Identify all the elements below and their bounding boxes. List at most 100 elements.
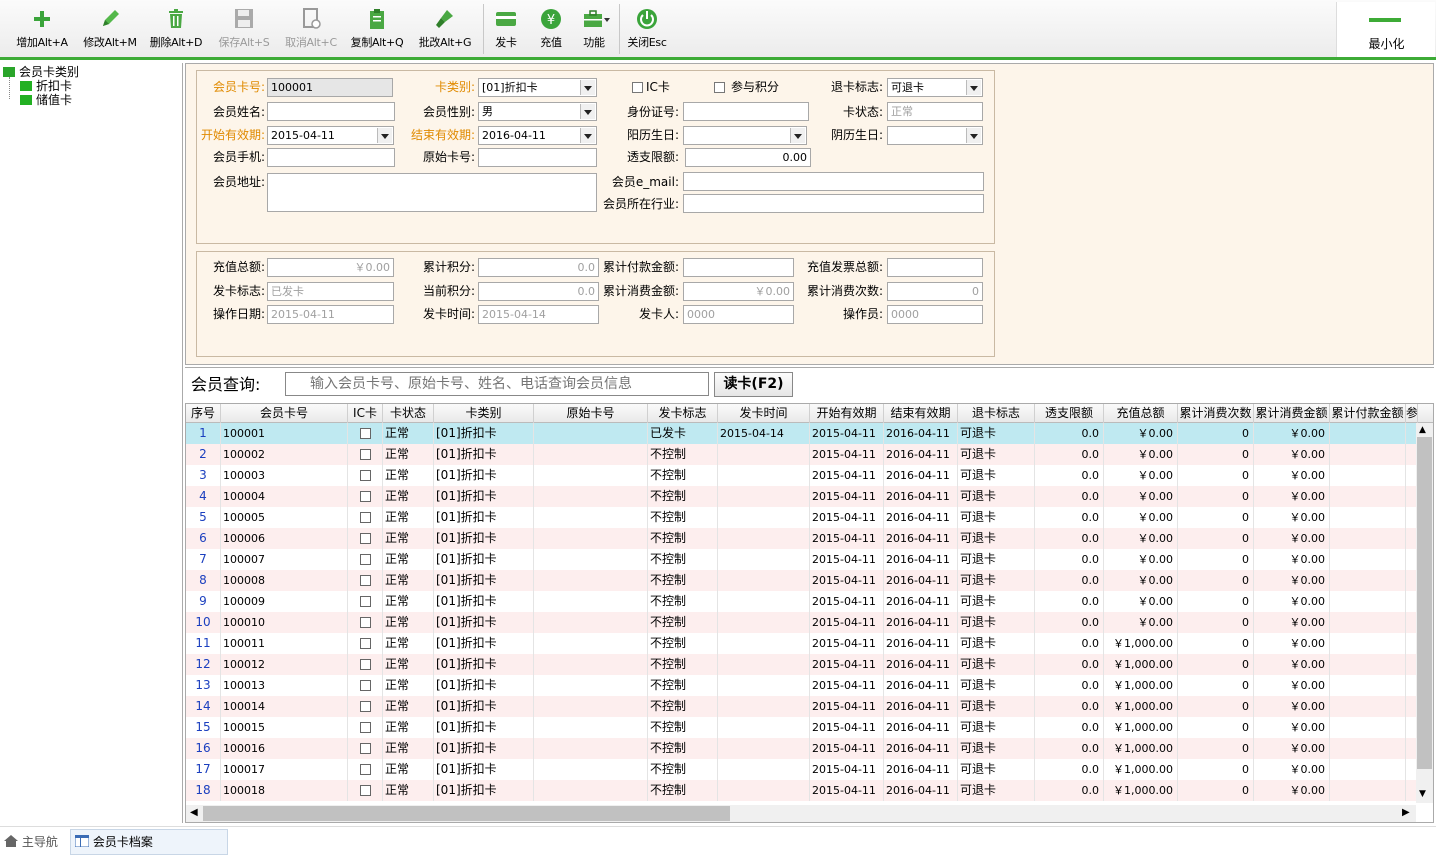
table-row[interactable]: 9 100009 正常 [01]折扣卡 不控制 2015-04-11 2016-04-11 可… xyxy=(186,591,1416,612)
ic-checkbox[interactable] xyxy=(359,680,371,691)
column-header[interactable]: 累计消费金额 xyxy=(1254,404,1330,423)
scroll-up-icon[interactable]: ▲ xyxy=(1419,425,1426,435)
edit-button[interactable]: 修改Alt+M xyxy=(78,4,142,54)
card-no-field[interactable]: 100001 xyxy=(267,78,393,97)
issue-card-button[interactable]: 发卡 xyxy=(488,4,524,54)
table-row[interactable]: 14 100014 正常 [01]折扣卡 不控制 2015-04-11 2016-04-11… xyxy=(186,696,1416,717)
cancel-button[interactable]: 取消Alt+C xyxy=(279,4,343,54)
overdraft-field[interactable]: 0.00 xyxy=(685,148,811,167)
ic-card-checkbox[interactable] xyxy=(632,82,643,93)
ic-checkbox[interactable] xyxy=(359,533,371,544)
column-header[interactable]: 原始卡号 xyxy=(534,404,648,423)
table-row[interactable]: 7 100007 正常 [01]折扣卡 不控制 2015-04-11 2016-04-11 可… xyxy=(186,549,1416,570)
horizontal-scroll-thumb[interactable] xyxy=(203,806,730,821)
ic-checkbox[interactable] xyxy=(359,701,371,712)
column-header[interactable]: 会员卡号 xyxy=(221,404,348,423)
solar-birthday-picker[interactable] xyxy=(683,126,807,145)
lunar-birthday-picker[interactable] xyxy=(887,126,983,145)
tree-item-discount[interactable]: 折扣卡 xyxy=(20,79,72,93)
ic-checkbox[interactable] xyxy=(359,659,371,670)
column-header[interactable]: 透支限额 xyxy=(1035,404,1104,423)
chevron-down-icon[interactable] xyxy=(377,128,392,143)
column-header[interactable]: 结束有效期 xyxy=(884,404,958,423)
ic-checkbox[interactable] xyxy=(359,743,371,754)
batch-edit-button[interactable]: 批改Alt+G xyxy=(413,4,477,54)
start-date-picker[interactable]: 2015-04-11 xyxy=(267,126,394,145)
tree-root[interactable]: 会员卡类别 xyxy=(3,65,79,79)
ic-checkbox[interactable] xyxy=(359,764,371,775)
phone-field[interactable] xyxy=(267,148,395,167)
chevron-down-icon[interactable] xyxy=(580,104,595,119)
table-row[interactable]: 16 100016 正常 [01]折扣卡 不控制 2015-04-11 2016-04-11… xyxy=(186,738,1416,759)
horizontal-scrollbar[interactable]: ◀ ▶ xyxy=(186,805,1416,822)
refund-flag-select[interactable]: 可退卡 xyxy=(887,78,983,97)
chevron-down-icon[interactable] xyxy=(966,128,981,143)
vertical-scroll-thumb[interactable] xyxy=(1417,437,1432,769)
ic-checkbox[interactable] xyxy=(359,512,371,523)
card-type-select[interactable]: [01]折扣卡 xyxy=(478,78,597,97)
ic-checkbox[interactable] xyxy=(359,470,371,481)
column-header[interactable]: 序号 xyxy=(186,404,221,423)
search-input[interactable] xyxy=(285,372,709,396)
minimize-button[interactable]: 最小化 xyxy=(1336,2,1435,57)
column-header[interactable]: 累计消费次数 xyxy=(1178,404,1254,423)
orig-card-field[interactable] xyxy=(478,148,597,167)
column-header[interactable]: 卡类别 xyxy=(434,404,534,423)
add-button[interactable]: 增加Alt+A xyxy=(10,4,74,54)
chevron-down-icon[interactable] xyxy=(790,128,805,143)
close-button[interactable]: 关闭Esc xyxy=(624,4,670,54)
scroll-down-icon[interactable]: ▼ xyxy=(1419,789,1426,799)
column-header[interactable]: 卡状态 xyxy=(383,404,434,423)
chevron-down-icon[interactable] xyxy=(966,80,981,95)
chevron-down-icon[interactable] xyxy=(580,128,595,143)
read-card-button[interactable]: 读卡(F2) xyxy=(714,372,793,397)
tab-member-card-archive[interactable]: 会员卡档案 xyxy=(70,829,228,855)
ic-checkbox[interactable] xyxy=(359,575,371,586)
main-nav-button[interactable]: 主导航 xyxy=(4,834,58,850)
vertical-scrollbar[interactable]: ▲ ▼ xyxy=(1416,423,1433,803)
id-no-field[interactable] xyxy=(683,102,809,121)
member-name-field[interactable] xyxy=(267,102,395,121)
column-header[interactable]: 参 xyxy=(1406,404,1418,423)
points-checkbox[interactable] xyxy=(714,82,725,93)
ic-checkbox[interactable] xyxy=(359,554,371,565)
scroll-right-icon[interactable]: ▶ xyxy=(1402,807,1410,818)
recharge-button[interactable]: ¥ 充值 xyxy=(533,4,569,54)
end-date-picker[interactable]: 2016-04-11 xyxy=(478,126,597,145)
table-row[interactable]: 13 100013 正常 [01]折扣卡 不控制 2015-04-11 2016-04-11… xyxy=(186,675,1416,696)
industry-field[interactable] xyxy=(683,194,984,213)
table-row[interactable]: 4 100004 正常 [01]折扣卡 不控制 2015-04-11 2016-04-11 可… xyxy=(186,486,1416,507)
table-row[interactable]: 6 100006 正常 [01]折扣卡 不控制 2015-04-11 2016-04-11 可… xyxy=(186,528,1416,549)
address-field[interactable] xyxy=(267,173,597,212)
column-header[interactable]: 发卡标志 xyxy=(648,404,718,423)
table-row[interactable]: 17 100017 正常 [01]折扣卡 不控制 2015-04-11 2016-04-11… xyxy=(186,759,1416,780)
chevron-down-icon[interactable] xyxy=(580,80,595,95)
ic-checkbox[interactable] xyxy=(359,785,371,796)
scroll-left-icon[interactable]: ◀ xyxy=(190,807,198,818)
copy-button[interactable]: 复制Alt+Q xyxy=(345,4,409,54)
ic-checkbox[interactable] xyxy=(359,449,371,460)
delete-button[interactable]: 删除Alt+D xyxy=(144,4,208,54)
save-button[interactable]: 保存Alt+S xyxy=(212,4,276,54)
column-header[interactable]: IC卡 xyxy=(348,404,383,423)
column-header[interactable]: 累计付款金额 xyxy=(1330,404,1406,423)
ic-checkbox[interactable] xyxy=(359,617,371,628)
table-row[interactable]: 8 100008 正常 [01]折扣卡 不控制 2015-04-11 2016-04-11 可… xyxy=(186,570,1416,591)
table-row[interactable]: 12 100012 正常 [01]折扣卡 不控制 2015-04-11 2016-04-11… xyxy=(186,654,1416,675)
table-row[interactable]: 10 100010 正常 [01]折扣卡 不控制 2015-04-11 2016-04-11… xyxy=(186,612,1416,633)
function-menu-button[interactable]: 功能 xyxy=(576,4,612,54)
table-row[interactable]: 11 100011 正常 [01]折扣卡 不控制 2015-04-11 2016-04-11… xyxy=(186,633,1416,654)
ic-checkbox[interactable] xyxy=(359,722,371,733)
table-row[interactable]: 5 100005 正常 [01]折扣卡 不控制 2015-04-11 2016-04-11 可… xyxy=(186,507,1416,528)
column-header[interactable]: 充值总额 xyxy=(1104,404,1178,423)
table-row[interactable]: 3 100003 正常 [01]折扣卡 不控制 2015-04-11 2016-04-11 可… xyxy=(186,465,1416,486)
column-header[interactable]: 退卡标志 xyxy=(958,404,1035,423)
ic-checkbox[interactable] xyxy=(359,596,371,607)
table-row[interactable]: 2 100002 正常 [01]折扣卡 不控制 2015-04-11 2016-04-11 可… xyxy=(186,444,1416,465)
gender-select[interactable]: 男 xyxy=(478,102,597,121)
tree-item-stored-value[interactable]: 储值卡 xyxy=(20,93,72,107)
table-row[interactable]: 1 100001 正常 [01]折扣卡 已发卡 2015-04-14 2015-04-11 2… xyxy=(186,423,1416,444)
column-header[interactable]: 发卡时间 xyxy=(718,404,810,423)
table-row[interactable]: 18 100018 正常 [01]折扣卡 不控制 2015-04-11 2016-04-11… xyxy=(186,780,1416,801)
table-row[interactable]: 15 100015 正常 [01]折扣卡 不控制 2015-04-11 2016-04-11… xyxy=(186,717,1416,738)
